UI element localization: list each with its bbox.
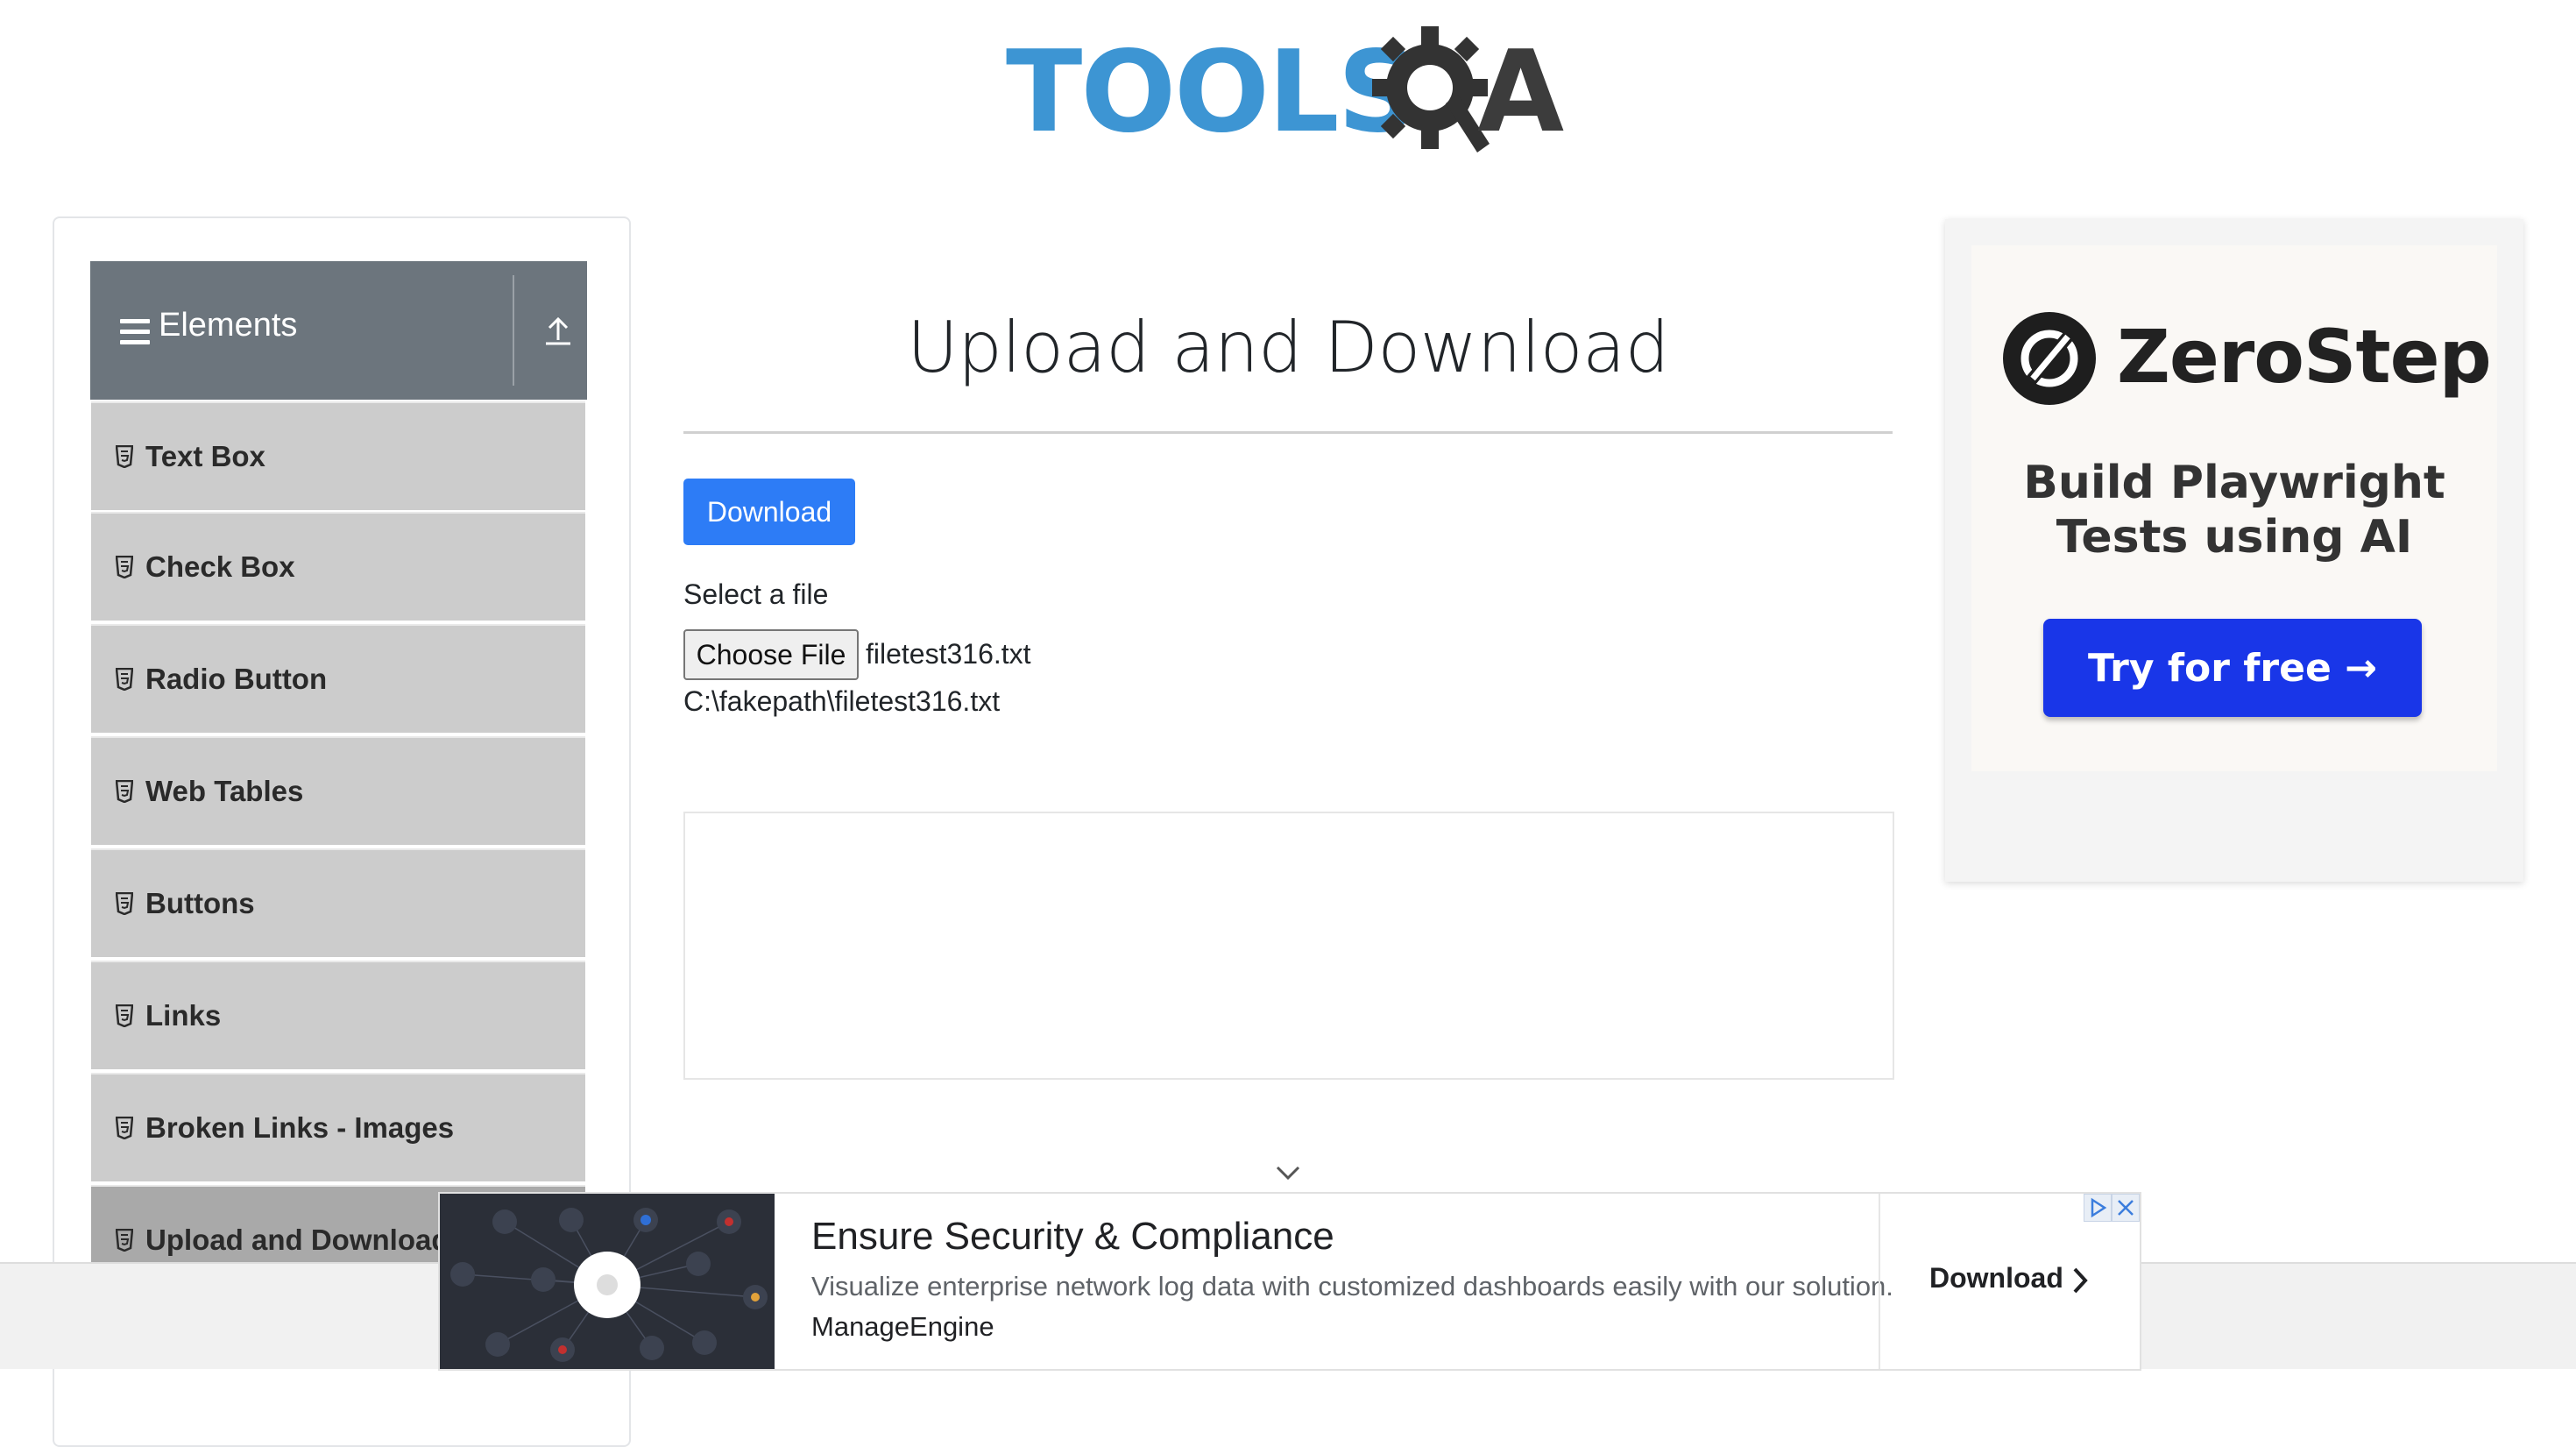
ad-advertiser: ManageEngine xyxy=(811,1311,994,1342)
group-title: Elements xyxy=(159,307,298,344)
chevron-down-icon[interactable] xyxy=(1274,1164,1302,1181)
bottom-ad-banner[interactable]: Ensure Security & Compliance Visualize e… xyxy=(438,1192,2141,1371)
try-for-free-button[interactable]: Try for free → xyxy=(2043,619,2422,717)
sidebar-item-label: Web Tables xyxy=(145,775,304,807)
ad-description: Visualize enterprise network log data wi… xyxy=(811,1271,1893,1302)
html5-icon xyxy=(116,668,133,691)
sidebar-item-buttons[interactable]: Buttons xyxy=(91,848,585,957)
chosen-file-name: filetest316.txt xyxy=(866,638,1031,670)
zerostep-logo-icon xyxy=(2003,312,2096,405)
adchoices-icon[interactable] xyxy=(2084,1194,2112,1222)
sidebar-item-label: Radio Button xyxy=(145,663,328,695)
logo-word: TOOLS xyxy=(1006,27,1419,158)
sidebar-item-broken-links[interactable]: Broken Links - Images xyxy=(91,1073,585,1181)
menu-icon xyxy=(120,319,150,345)
ad-placeholder-box xyxy=(683,812,1894,1080)
title-divider xyxy=(683,431,1893,434)
sidebar-item-label: Buttons xyxy=(145,887,255,919)
ad-tagline-line2: Tests using AI xyxy=(2056,511,2413,564)
sidebar-item-label: Links xyxy=(145,999,222,1032)
html5-icon xyxy=(116,556,133,578)
sidebar-item-label: Broken Links - Images xyxy=(145,1111,455,1144)
html5-icon xyxy=(116,1004,133,1027)
sidebar-item-check-box[interactable]: Check Box xyxy=(91,512,585,621)
zerostep-ad[interactable]: ZeroStep Build Playwright Tests using AI… xyxy=(1945,219,2523,882)
ad-tagline-line1: Build Playwright xyxy=(2023,457,2445,509)
sidebar-item-text-box[interactable]: Text Box xyxy=(91,401,585,510)
ad-thumbnail xyxy=(440,1194,775,1369)
collapse-up-icon[interactable] xyxy=(542,314,574,349)
ad-download-button[interactable]: Download xyxy=(1929,1262,2063,1294)
chevron-right-icon[interactable] xyxy=(2071,1266,2089,1295)
ad-thumbnail-graphic xyxy=(450,1208,768,1362)
select-file-label: Select a file xyxy=(683,578,829,610)
download-button[interactable]: Download xyxy=(683,479,855,545)
sidebar-item-web-tables[interactable]: Web Tables xyxy=(91,736,585,845)
ad-separator xyxy=(1879,1194,1880,1369)
html5-icon xyxy=(116,1117,133,1139)
html5-icon xyxy=(116,1229,133,1252)
sidebar-item-label: Check Box xyxy=(145,550,295,583)
ad-brand-name: ZeroStep xyxy=(2117,314,2492,400)
toolsqa-logo[interactable]: TOOLS A xyxy=(1006,25,1575,165)
close-icon[interactable] xyxy=(2112,1194,2140,1222)
sidebar-item-radio-button[interactable]: Radio Button xyxy=(91,624,585,733)
logo-letter: A xyxy=(1477,27,1565,158)
ad-headline[interactable]: Ensure Security & Compliance xyxy=(811,1215,1334,1259)
page-title: Upload and Download xyxy=(907,307,1669,388)
sidebar-item-label: Text Box xyxy=(145,440,265,472)
header-divider xyxy=(513,275,514,386)
ad-tagline: Build Playwright Tests using AI xyxy=(1945,456,2523,564)
sidebar-item-label: Upload and Download xyxy=(145,1224,449,1256)
choose-file-button[interactable]: Choose File xyxy=(683,629,859,680)
html5-icon xyxy=(116,892,133,915)
gear-icon xyxy=(1372,26,1490,153)
html5-icon xyxy=(116,445,133,468)
html5-icon xyxy=(116,780,133,803)
uploaded-file-path: C:\fakepath\filetest316.txt xyxy=(683,685,1001,717)
sidebar-item-links[interactable]: Links xyxy=(91,961,585,1069)
sidebar-group-elements[interactable]: Elements xyxy=(90,261,587,400)
